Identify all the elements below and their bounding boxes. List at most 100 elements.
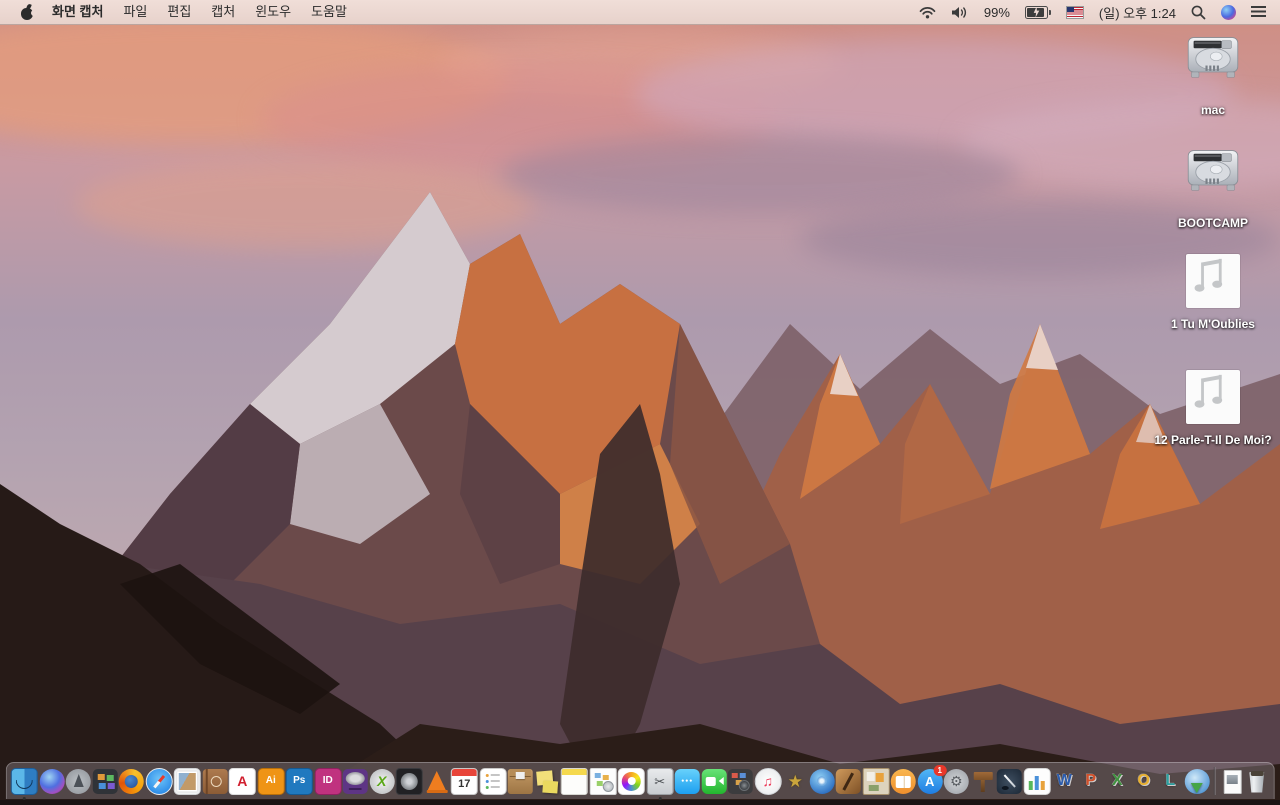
dock-glyph: ✂ [654,775,665,788]
wifi-icon[interactable] [919,6,936,19]
desktop-icon-bootcamp[interactable]: BOOTCAMP [1152,149,1274,231]
running-indicator [658,797,661,800]
dock-icon-system-preferences[interactable]: ⚙ [944,769,969,794]
dock-glyph: ★ [788,773,803,790]
apple-menu-icon[interactable] [20,4,34,20]
dock-icon-siri[interactable] [39,769,64,794]
dock-icon-certificate-doc[interactable] [589,768,616,795]
dock-glyph: L [1165,773,1175,789]
menu-bar: 화면 캡처 파일 편집 캡처 윈도우 도움말 99% (일) 오후 1:24 [0,0,1280,25]
menu-help[interactable]: 도움말 [301,0,357,24]
running-indicator [23,797,26,800]
dock-icon-outlook[interactable]: O [1131,769,1156,794]
dock-glyph: A [925,775,934,788]
desktop-icon-label: 12 Parle-T-Il De Moi? [1152,433,1274,448]
dock-icon-preview[interactable] [174,768,201,795]
dock-glyph: P [1085,773,1096,789]
hard-drive-icon [1185,36,1241,85]
dock-icon-numbers[interactable] [1023,768,1050,795]
dock-glyph: O [1138,773,1150,789]
desktop-icon-mac[interactable]: mac [1152,36,1274,118]
dock-icon-messages[interactable]: ●●● [675,769,700,794]
volume-icon[interactable] [951,6,969,19]
music-note-icon [1186,370,1240,424]
dock-icon-blue-disc[interactable] [809,769,834,794]
menu-clock[interactable]: (일) 오후 1:24 [1099,3,1176,22]
dock-icon-stickies[interactable] [534,769,559,794]
music-note-icon [1186,254,1240,308]
dock-icon-reminders[interactable] [479,768,506,795]
dock-icon-pages[interactable] [997,769,1022,794]
us-flag-icon[interactable] [1066,6,1084,19]
spotlight-icon[interactable] [1191,5,1206,20]
dock-apps: AAiPsIDX17✂●●●♫★A1⚙WPXOL [11,768,1210,795]
dock-icon-lync[interactable]: L [1158,769,1183,794]
dock-icon-firefox[interactable] [119,769,144,794]
dock-icon-powerpoint[interactable]: P [1078,769,1103,794]
dock-icon-photos[interactable] [618,768,645,795]
dock-icon-collage-board[interactable] [862,768,889,795]
dock-icon-excel[interactable]: X [1105,769,1130,794]
dock-icon-trash[interactable] [1244,769,1269,794]
dock-icon-finder[interactable] [11,768,38,795]
menu-edit[interactable]: 편집 [157,0,201,24]
dock-glyph: Ps [293,776,305,786]
dock-icon-safari[interactable] [145,768,172,795]
dock-glyph: 17 [458,779,470,790]
dock-icon-app-store[interactable]: A1 [917,769,942,794]
dock-icon-photo-booth[interactable] [728,769,753,794]
battery-charging-icon[interactable] [1025,6,1051,19]
dock-icon-photoshop[interactable]: Ps [286,768,313,795]
dock-glyph: W [1057,773,1072,789]
dock-icon-word[interactable]: W [1052,769,1077,794]
dock-icon-contacts[interactable] [202,769,227,794]
dock-icon-facetime[interactable] [701,769,726,794]
menu-app-name[interactable]: 화면 캡처 [42,0,113,24]
siri-icon[interactable] [1221,5,1236,20]
dock-glyph: Ai [266,776,276,786]
dock-icon-vlc[interactable] [424,769,449,794]
dock-glyph: ID [323,776,333,786]
desktop-wallpaper [0,24,1280,800]
desktop-icon-audio-1[interactable]: 1 Tu M'Oublies [1152,254,1274,332]
dock-glyph: ⚙ [950,774,963,788]
dock-icon-document-file[interactable] [1219,769,1244,794]
dock: AAiPsIDX17✂●●●♫★A1⚙WPXOL [6,762,1275,799]
notification-badge: 1 [933,765,946,776]
dock-icon-archive-box[interactable] [508,769,533,794]
desktop-icon-audio-2[interactable]: 12 Parle-T-Il De Moi? [1152,370,1274,448]
dock-glyph: A [237,774,247,788]
dock-icon-keynote[interactable] [970,769,995,794]
dock-icon-grab[interactable]: ✂ [646,768,673,795]
dock-icon-toast[interactable] [343,769,368,794]
dock-icon-mission-control[interactable] [92,769,117,794]
dock-icon-ibooks[interactable] [891,769,916,794]
dock-icon-idvd[interactable]: ★ [783,769,808,794]
dock-icon-illustrator[interactable]: Ai [257,768,284,795]
dock-icon-itunes[interactable]: ♫ [754,768,781,795]
desktop-icon-label: mac [1152,103,1274,118]
desktop-icon-label: 1 Tu M'Oublies [1152,317,1274,332]
desktop-icon-label: BOOTCAMP [1152,216,1274,231]
dock-icon-calendar[interactable]: 17 [451,768,478,795]
menu-file[interactable]: 파일 [113,0,157,24]
notification-center-icon[interactable] [1251,6,1266,8]
dock-glyph: ♫ [763,774,774,788]
sierra-mountain-wallpaper [0,24,1280,800]
dock-icon-garageband[interactable] [836,769,861,794]
dock-divider [1213,767,1215,795]
menu-window[interactable]: 윈도우 [245,0,301,24]
battery-percent: 99% [984,5,1010,20]
dock-icon-acrobat[interactable]: A [229,768,256,795]
dock-icon-download-globe[interactable] [1184,769,1209,794]
dock-icon-indesign[interactable]: ID [314,768,341,795]
hard-drive-icon [1185,149,1241,198]
menu-capture[interactable]: 캡처 [201,0,245,24]
dock-glyph: ●●● [681,779,693,784]
dock-icon-disk-drive[interactable] [396,768,423,795]
dock-icon-notes[interactable] [561,768,588,795]
dock-icon-green-x[interactable]: X [369,769,394,794]
dock-glyph: X [1112,773,1123,789]
dock-glyph: X [377,774,386,788]
dock-icon-launchpad[interactable] [66,769,91,794]
